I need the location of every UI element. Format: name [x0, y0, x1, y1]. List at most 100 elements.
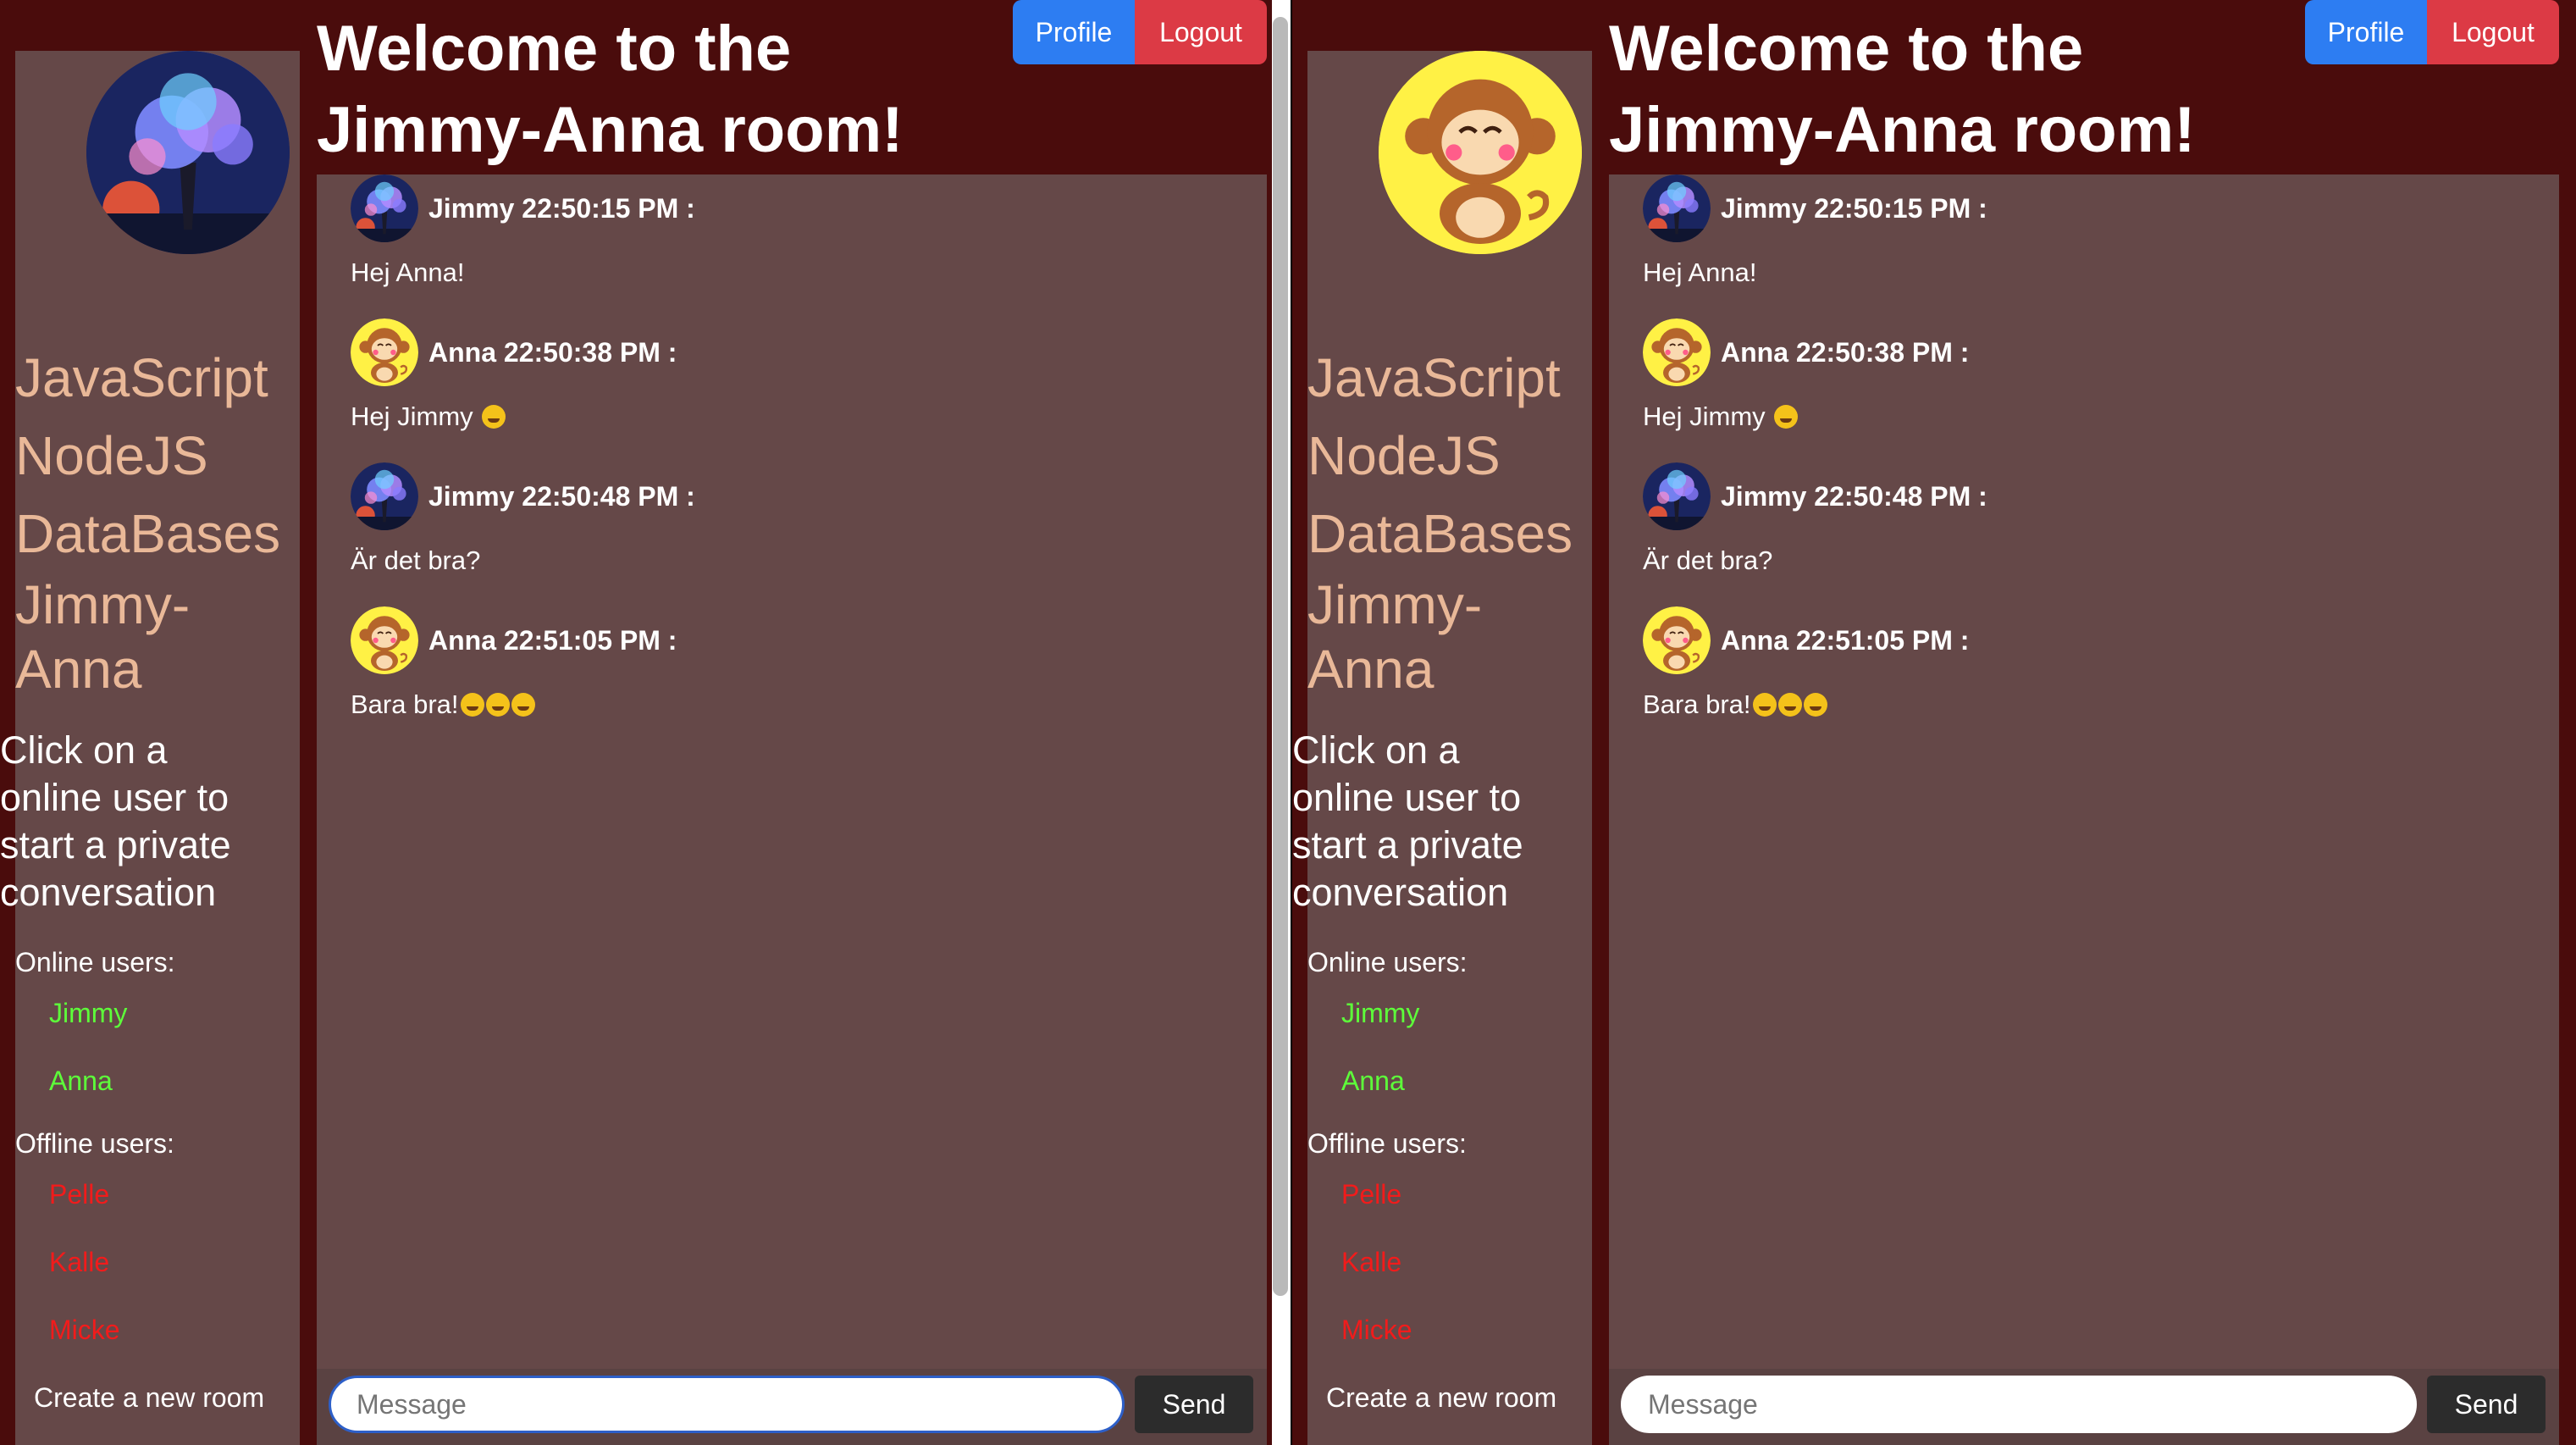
message-header: Anna 22:51:05 PM :: [351, 606, 677, 674]
browser-window-jimmy: JavaScript NodeJS DataBases Jimmy- Anna …: [0, 0, 1291, 1445]
message-header: Jimmy 22:50:15 PM :: [351, 174, 695, 242]
monkey-avatar-icon: [351, 318, 418, 386]
private-conversation-hint: Click on a online user to start a privat…: [1292, 727, 1580, 916]
message-meta: Jimmy 22:50:15 PM :: [1721, 192, 1987, 224]
room-link-databases[interactable]: DataBases: [15, 495, 295, 573]
room-title: Welcome to the Jimmy-Anna room!: [317, 8, 904, 171]
online-users-label: Online users:: [1307, 947, 1468, 977]
room-list: JavaScript NodeJS DataBases Jimmy- Anna: [15, 339, 295, 701]
message-input-bar: Send: [1609, 1369, 2559, 1445]
relieved-emoji-icon: [511, 693, 535, 717]
sender-avatar: [1643, 462, 1711, 530]
hint-line: online user to: [0, 776, 229, 819]
create-room-link[interactable]: Create a new room: [34, 1382, 264, 1414]
sender-avatar: [1643, 174, 1711, 242]
relieved-emoji-icon: [485, 693, 510, 717]
message-meta: Jimmy 22:50:15 PM :: [428, 192, 695, 224]
message-meta: Anna 22:51:05 PM :: [1721, 624, 1970, 656]
sender-avatar: [1643, 606, 1711, 674]
sender-avatar: [1643, 318, 1711, 386]
message-header: Anna 22:50:38 PM :: [1643, 318, 1969, 386]
message-header: Anna 22:50:38 PM :: [351, 318, 677, 386]
star-struck-emoji-icon: [482, 405, 506, 429]
message-text: Hej Jimmy: [1643, 401, 1766, 431]
message-text: Är det bra?: [1643, 545, 1773, 575]
message-text: Hej Anna!: [351, 257, 465, 287]
tree-avatar-icon: [1643, 462, 1711, 530]
tree-avatar-icon: [351, 462, 418, 530]
room-title-line: Jimmy-Anna room!: [317, 94, 904, 166]
offline-user-micke[interactable]: Micke: [49, 1315, 120, 1346]
message-text: Hej Anna!: [1643, 257, 1757, 287]
send-button[interactable]: Send: [2427, 1376, 2546, 1433]
monkey-avatar-icon: [1643, 318, 1711, 386]
hint-line: start a private: [1292, 823, 1523, 866]
offline-user-kalle[interactable]: Kalle: [49, 1247, 109, 1278]
send-button[interactable]: Send: [1135, 1376, 1253, 1433]
online-user-anna[interactable]: Anna: [1341, 1066, 1405, 1097]
hint-line: start a private: [0, 823, 231, 866]
sender-avatar: [351, 318, 418, 386]
online-user-anna[interactable]: Anna: [49, 1066, 113, 1097]
create-room-link[interactable]: Create a new room: [1326, 1382, 1556, 1414]
relieved-emoji-icon: [460, 693, 484, 717]
sender-avatar: [351, 606, 418, 674]
message-text-row: Hej Jimmy: [351, 401, 506, 432]
room-link-javascript[interactable]: JavaScript: [15, 339, 295, 417]
room-link-databases[interactable]: DataBases: [1307, 495, 1587, 573]
offline-user-micke[interactable]: Micke: [1341, 1315, 1412, 1346]
tree-avatar-icon: [1643, 174, 1711, 242]
vertical-scrollbar[interactable]: [1273, 17, 1288, 1296]
room-link-jimmy-anna[interactable]: Jimmy-: [1307, 573, 1587, 637]
room-list: JavaScript NodeJS DataBases Jimmy- Anna: [1307, 339, 1587, 701]
hint-line: Click on a: [1292, 728, 1460, 772]
room-link-jimmy-anna-cont[interactable]: Anna: [15, 637, 295, 701]
private-conversation-hint: Click on a online user to start a privat…: [0, 727, 288, 916]
tree-avatar-icon: [86, 51, 290, 254]
offline-users-label: Offline users:: [1307, 1128, 1467, 1159]
message-text-row: Hej Jimmy: [1643, 401, 1799, 432]
message-header: Jimmy 22:50:15 PM :: [1643, 174, 1987, 242]
online-user-jimmy[interactable]: Jimmy: [49, 998, 127, 1029]
message-header: Jimmy 22:50:48 PM :: [351, 462, 695, 530]
logout-button[interactable]: Logout: [2427, 0, 2559, 64]
offline-user-kalle[interactable]: Kalle: [1341, 1247, 1401, 1278]
profile-button[interactable]: Profile: [2305, 0, 2427, 64]
room-link-nodejs[interactable]: NodeJS: [15, 417, 295, 495]
message-header: Anna 22:51:05 PM :: [1643, 606, 1969, 674]
message-text-row: Bara bra!: [351, 689, 535, 720]
message-meta: Anna 22:51:05 PM :: [428, 624, 677, 656]
message-input[interactable]: [1621, 1376, 2417, 1433]
star-struck-emoji-icon: [1774, 405, 1799, 429]
message-meta: Anna 22:50:38 PM :: [1721, 336, 1970, 368]
online-user-jimmy[interactable]: Jimmy: [1341, 998, 1419, 1029]
message-text: Hej Jimmy: [351, 401, 473, 431]
monkey-avatar-icon: [1379, 51, 1582, 254]
offline-user-pelle[interactable]: Pelle: [49, 1179, 109, 1210]
relieved-emoji-icon: [1803, 693, 1827, 717]
room-title-line: Welcome to the: [1609, 13, 2084, 85]
message-text: Är det bra?: [351, 545, 481, 575]
room-link-jimmy-anna-cont[interactable]: Anna: [1307, 637, 1587, 701]
monkey-avatar-icon: [1643, 606, 1711, 674]
browser-window-anna: JavaScript NodeJS DataBases Jimmy- Anna …: [1292, 0, 2576, 1445]
message-input[interactable]: [329, 1376, 1125, 1433]
tree-avatar-icon: [351, 174, 418, 242]
logout-button[interactable]: Logout: [1135, 0, 1267, 64]
relieved-emoji-icon: [1777, 693, 1802, 717]
hint-line: online user to: [1292, 776, 1522, 819]
room-link-jimmy-anna[interactable]: Jimmy-: [15, 573, 295, 637]
message-list: Jimmy 22:50:15 PM : Hej Anna! Anna 22:50…: [1609, 174, 2559, 1369]
message-input-bar: Send: [317, 1369, 1267, 1445]
profile-button[interactable]: Profile: [1013, 0, 1135, 64]
room-link-javascript[interactable]: JavaScript: [1307, 339, 1587, 417]
room-title: Welcome to the Jimmy-Anna room!: [1609, 8, 2196, 171]
offline-user-pelle[interactable]: Pelle: [1341, 1179, 1401, 1210]
profile-avatar: [1379, 51, 1582, 254]
monkey-avatar-icon: [351, 606, 418, 674]
message-meta: Jimmy 22:50:48 PM :: [428, 480, 695, 512]
message-meta: Jimmy 22:50:48 PM :: [1721, 480, 1987, 512]
hint-line: conversation: [1292, 871, 1509, 914]
room-link-nodejs[interactable]: NodeJS: [1307, 417, 1587, 495]
relieved-emoji-icon: [1752, 693, 1777, 717]
